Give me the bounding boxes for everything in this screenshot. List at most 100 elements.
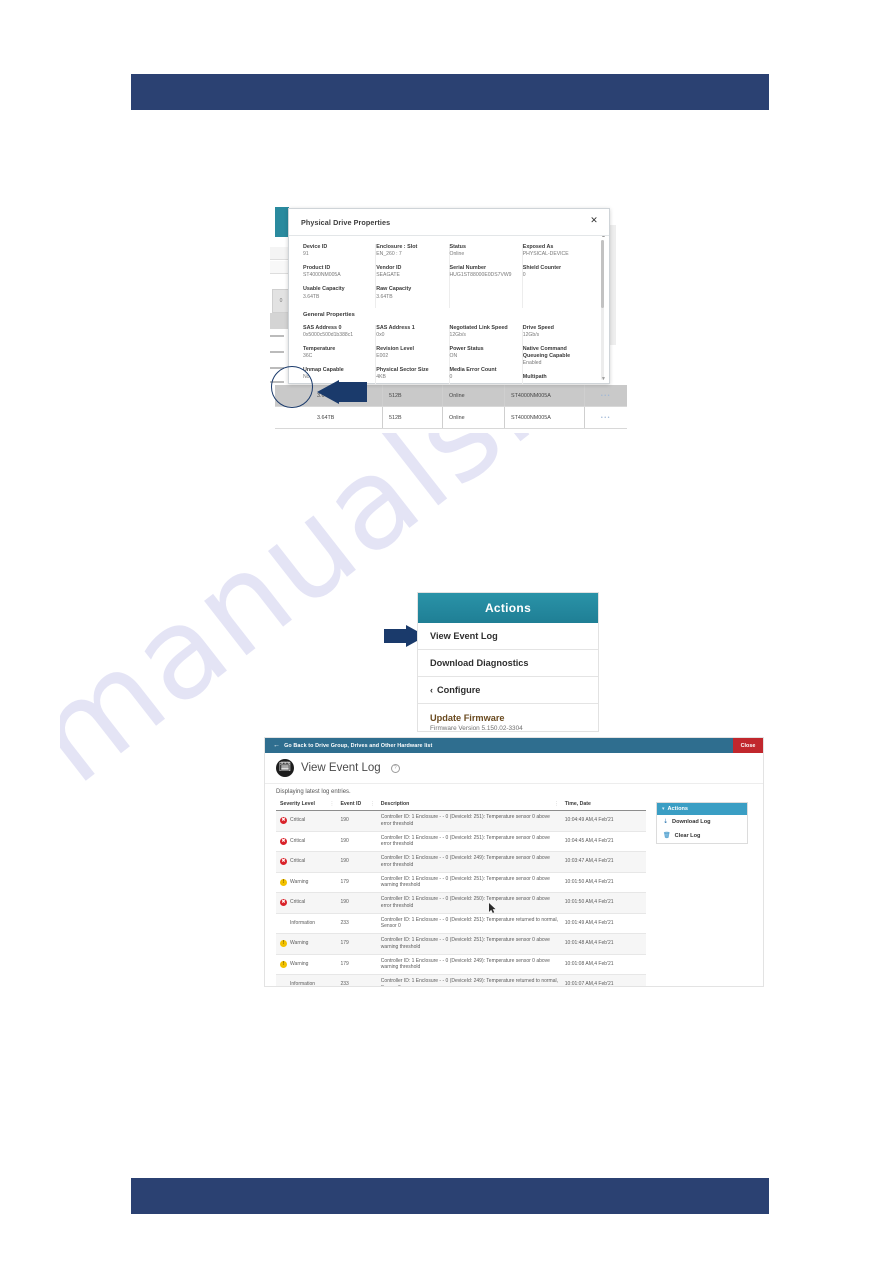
column-header-severity[interactable]: Severity Level ⋮ [276,798,337,811]
row-checkbox-cell[interactable] [275,407,311,428]
property-device-id: Device ID 91 [303,244,369,258]
property-power-status: Power Status ON [450,346,516,360]
help-icon[interactable]: ? [390,763,400,773]
column-divider-icon[interactable]: ⋮ [329,801,334,807]
column-divider-icon[interactable]: ⋮ [554,801,559,807]
cell-description: Controller ID: 1 Enclosure - - 0 (Device… [376,913,561,934]
property-physical-sector-size: Physical Sector Size 4KB [376,367,442,381]
actions-item-configure[interactable]: ‹ Configure [418,677,598,704]
mouse-cursor [489,903,496,913]
actions-panel-header[interactable]: ▾ Actions [657,803,747,815]
scrollbar[interactable] [601,240,604,380]
property-label: SAS Address 1 [376,324,415,331]
cell-event-id: 233 [336,913,377,934]
page-header-band [131,74,769,110]
column-header-event-id[interactable]: Event ID ⋮ [336,798,377,811]
download-log-button[interactable]: ⇣ Download Log [657,815,747,829]
column-header-severity-label: Severity Level [280,801,315,807]
table-row[interactable]: ! Warning 179 Controller ID: 1 Enclosure … [276,954,646,975]
property-value: HUG1ST88000E0DS7VW9 [449,272,512,279]
background-scrap-2 [270,261,288,274]
scrollbar-thumb[interactable] [601,240,604,308]
property-label: Raw Capacity [376,286,412,293]
column-header-description[interactable]: Description ⋮ [376,798,561,811]
property-label: Physical Sector Size [376,366,429,373]
table-row[interactable]: ✖ Critical 190 Controller ID: 1 Enclosure… [276,851,646,873]
event-log-header: 🗓 View Event Log ? [265,753,763,784]
information-icon [280,981,287,986]
cell-event-id: 190 [336,810,377,832]
actions-card-header: Actions [418,593,598,623]
event-log-table: Severity Level ⋮ Event ID ⋮ Description ⋮ T… [276,798,646,987]
page-footer-band-inner [131,1178,769,1214]
dialog-title: Physical Drive Properties [301,217,391,227]
property-product-id: Product ID ST4000NM005A [303,265,369,279]
property-value: E002 [376,352,389,359]
background-scrap-6 [270,351,284,353]
cell-severity: ✖ Critical [276,810,337,832]
property-label: Native Command Queueing Capable [522,345,571,359]
actions-card-title: Actions [484,601,532,615]
cell-severity: ✖ Critical [276,892,337,914]
property-value: ON [449,352,458,359]
table-row[interactable]: 3.64TB 512B Online ST4000NM005A ••• [275,407,627,429]
property-label: Vendor ID [376,265,402,272]
property-label: Revision Level [376,345,415,352]
cell-description: Controller ID: 1 Enclosure - - 0 (Device… [376,954,561,975]
cell-time-date: 10:01:49 AM,4 Feb'21 [560,913,646,934]
severity-label: Information [290,981,316,987]
arrow-left-icon: ← [273,742,281,749]
warning-icon: ! [280,960,287,968]
severity-label: Critical [290,899,306,906]
property-value: 12Gb/s [522,331,540,338]
download-log-label: Download Log [672,819,711,825]
table-row[interactable]: ✖ Critical 190 Controller ID: 1 Enclosure… [276,892,646,914]
actions-item-view-event-log[interactable]: View Event Log [418,623,598,650]
property-media-error-count: Media Error Count 0 [450,367,516,381]
go-back-link[interactable]: ← Go Back to Drive Group, Drives and Oth… [265,742,432,749]
property-label: Negotiated Link Speed [449,324,508,331]
background-teal-tab [275,207,289,237]
close-icon[interactable]: ✕ [589,215,599,225]
column-header-time-date[interactable]: Time, Date [560,798,646,811]
property-label: Unmap Capable [303,366,344,373]
property-value: 0x0 [376,331,385,338]
actions-item-update-firmware[interactable]: Update Firmware Firmware Version 5.150.0… [418,704,598,732]
property-value: 4KB [376,374,386,381]
table-row[interactable]: ! Warning 179 Controller ID: 1 Enclosure … [276,872,646,893]
property-negotiated-link-speed: Negotiated Link Speed 12Gb/s [450,325,516,339]
table-row[interactable]: ✖ Critical 190 Controller ID: 1 Enclosure… [276,831,646,852]
dialog-body: ▲ ▼ Device ID 91 Product ID ST4000NM005A [289,236,609,384]
actions-item-download-diagnostics[interactable]: Download Diagnostics [418,650,598,677]
property-label: Drive Speed [522,324,554,331]
cell-status: Online [443,407,505,428]
property-value: Online [449,251,465,258]
column-divider-icon[interactable]: ⋮ [370,801,375,807]
property-multipath: Multipath [523,374,589,381]
severity-label: Information [290,919,316,926]
background-scrap-5 [270,335,284,337]
update-firmware-label: Update Firmware [430,712,505,723]
cell-time-date: 10:01:48 AM,4 Feb'21 [560,933,646,955]
actions-item-configure-label: Configure [437,685,481,695]
property-label: Multipath [522,374,547,381]
table-row[interactable]: ! Warning 179 Controller ID: 1 Enclosure … [276,933,646,955]
table-row[interactable]: ✖ Critical 190 Controller ID: 1 Enclosure… [276,810,646,832]
document-page: manualshive.com 0 3.64TB 512B Online ST4… [0,0,893,1263]
table-row[interactable]: Information 233 Controller ID: 1 Enclosu… [276,974,646,987]
clear-log-button[interactable]: 🗑 Clear Log [657,829,747,843]
property-value: 36C [303,352,313,359]
row-overflow-menu-button[interactable]: ••• [585,407,627,428]
property-value: PHYSICAL-DEVICE [522,251,569,258]
cell-description: Controller ID: 1 Enclosure - - 0 (Device… [376,851,561,873]
row-overflow-menu-button[interactable]: ••• [585,385,627,406]
close-button[interactable]: Close [733,738,763,753]
property-unmap-capable: Unmap Capable No [303,367,369,381]
chevron-down-icon[interactable]: ▼ [601,377,606,382]
chevron-up-icon[interactable]: ▲ [601,236,606,239]
cell-description: Controller ID: 1 Enclosure - - 0 (Device… [376,872,561,893]
table-row[interactable]: Information 233 Controller ID: 1 Enclosu… [276,913,646,934]
figure-actions-menu: Actions View Event Log Download Diagnost… [384,592,599,732]
property-shield-counter: Shield Counter 0 [523,265,589,279]
property-label: Serial Number [449,265,487,272]
